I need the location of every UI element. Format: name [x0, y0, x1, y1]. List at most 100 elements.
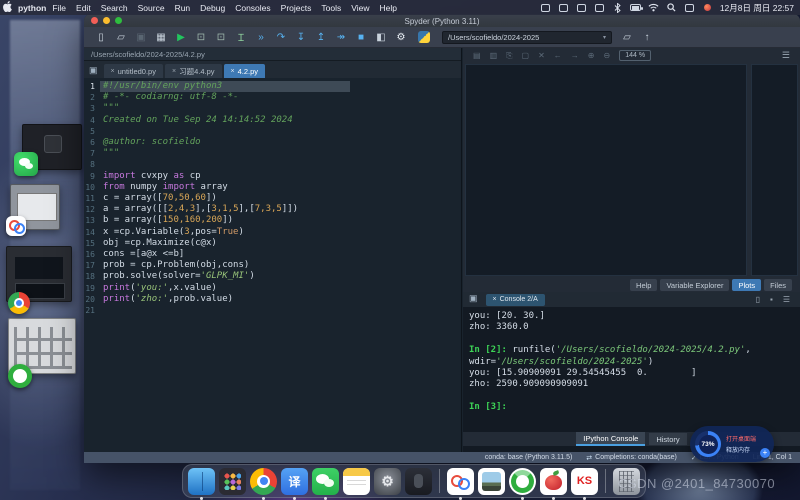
code-line[interactable]: 21 [84, 305, 461, 316]
free-memory-label[interactable]: 释放内存 [726, 445, 756, 454]
menu-item-debug[interactable]: Debug [200, 3, 225, 13]
close-icon[interactable]: × [493, 296, 497, 303]
run-cell-icon[interactable]: ⊡ [192, 29, 210, 45]
chevron-down-icon[interactable]: ▾ [603, 34, 606, 41]
close-icon[interactable]: × [111, 68, 115, 75]
stop-icon[interactable]: ▪ [770, 295, 773, 304]
dock-item-chrome[interactable] [250, 468, 277, 495]
step-return-icon[interactable]: ↥ [312, 29, 330, 45]
close-icon[interactable]: × [231, 68, 235, 75]
editor-tab-4.2.py[interactable]: ×4.2.py [224, 64, 266, 78]
open-file-icon[interactable]: ▱ [112, 29, 130, 45]
code-line[interactable]: 3""" [84, 103, 461, 114]
code-line[interactable]: 16cons =[a@x <=b] [84, 249, 461, 260]
wechat-badge-icon[interactable] [14, 152, 38, 176]
dock-item-red-apple[interactable] [540, 468, 567, 495]
plots-zoom-level[interactable]: 144 % [619, 50, 651, 61]
code-line[interactable]: 7""" [84, 148, 461, 159]
save-icon[interactable]: ▣ [132, 29, 150, 45]
parent-directory-icon[interactable]: ↑ [638, 29, 656, 45]
browse-tabs-icon[interactable]: ▣ [469, 293, 478, 304]
dock-item-launchpad[interactable] [219, 468, 246, 495]
apple-menu-icon[interactable] [0, 1, 14, 14]
code-line[interactable]: 1#!/usr/bin/env python3 [84, 81, 461, 92]
console-output[interactable]: you: [20. 30.]zho: 3360.0 In [2]: runfil… [463, 307, 800, 432]
zoom-in-icon[interactable]: ⊕ [588, 51, 595, 60]
step-into-icon[interactable]: ↧ [292, 29, 310, 45]
menu-item-consoles[interactable]: Consoles [235, 3, 270, 13]
browse-tabs-icon[interactable]: ▣ [89, 65, 98, 76]
dock-item-photos[interactable] [478, 468, 505, 495]
display-icon[interactable] [576, 3, 587, 12]
zoom-out-icon[interactable]: ⊖ [604, 51, 611, 60]
menu-item-help[interactable]: Help [380, 3, 397, 13]
app-cluster-icon[interactable] [540, 3, 551, 12]
dock-item-finder[interactable] [188, 468, 215, 495]
plots-thumbnail-list[interactable] [751, 64, 798, 276]
window-titlebar[interactable]: Spyder (Python 3.11) [84, 14, 800, 27]
battery-icon[interactable] [630, 3, 641, 12]
code-area[interactable]: 1#!/usr/bin/env python32# -*- codiarng: … [84, 78, 461, 452]
remove-all-plots-icon[interactable]: ✕ [538, 51, 545, 60]
inspect-icon[interactable]: ▯ [756, 295, 760, 304]
code-line[interactable]: 8 [84, 159, 461, 170]
code-line[interactable]: 2# -*- codiarng: utf-8 -*- [84, 92, 461, 103]
chrome-badge-icon[interactable] [8, 292, 30, 314]
wifi-icon[interactable] [648, 3, 659, 12]
panel-tab-files[interactable]: Files [764, 279, 792, 291]
save-all-plots-icon[interactable]: ▥ [490, 51, 498, 60]
previous-plot-icon[interactable]: ← [554, 51, 562, 60]
handoff-icon[interactable] [558, 3, 569, 12]
maximize-pane-icon[interactable]: ◧ [372, 29, 390, 45]
remove-plot-icon[interactable]: ▢ [522, 51, 530, 60]
options-menu-icon[interactable]: ☰ [783, 295, 790, 304]
memory-cleaner-overlay[interactable]: 73% 打开桌面端 释放内存 + [690, 426, 774, 462]
menu-item-projects[interactable]: Projects [281, 3, 312, 13]
menu-item-tools[interactable]: Tools [321, 3, 341, 13]
dock-item-circles-app[interactable] [447, 468, 474, 495]
code-line[interactable]: 11c = array([70,50,60]) [84, 193, 461, 204]
tab-history[interactable]: History [649, 433, 686, 445]
plus-button[interactable]: + [760, 448, 770, 458]
tab-ipython-console[interactable]: IPython Console [576, 432, 645, 446]
dock-item-dark-app[interactable] [405, 468, 432, 495]
dock-item-translate[interactable]: 译 [281, 468, 308, 495]
code-line[interactable]: 15obj =cp.Maximize(c@x) [84, 238, 461, 249]
code-line[interactable]: 10from numpy import array [84, 182, 461, 193]
menu-clock[interactable]: 12月8日 周日 22:57 [720, 2, 794, 14]
dock-item-notes[interactable] [343, 468, 370, 495]
code-line[interactable]: 6@author: scofieldo [84, 137, 461, 148]
code-line[interactable]: 19print('you:',x.value) [84, 283, 461, 294]
screenshot-icon[interactable] [594, 3, 605, 12]
dock-item-ks[interactable]: KS [571, 468, 598, 495]
working-directory-select[interactable]: /Users/scofieldo/2024-2025▾ [442, 31, 612, 44]
options-menu-icon[interactable]: ☰ [782, 50, 790, 61]
panel-tab-plots[interactable]: Plots [732, 279, 761, 291]
code-line[interactable]: 17prob = cp.Problem(obj,cons) [84, 260, 461, 271]
menu-item-file[interactable]: File [52, 3, 66, 13]
debug-icon[interactable]: » [252, 29, 270, 45]
menu-item-search[interactable]: Search [101, 3, 128, 13]
stop-icon[interactable]: ■ [352, 29, 370, 45]
dock-item-green-ring[interactable] [509, 468, 536, 495]
menu-item-source[interactable]: Source [138, 3, 165, 13]
run-cell-advance-icon[interactable]: ⊡ [212, 29, 230, 45]
run-icon[interactable]: ▶ [172, 29, 190, 45]
save-plot-icon[interactable]: ▤ [473, 51, 481, 60]
code-line[interactable]: 20print('zho:',prob.value) [84, 294, 461, 305]
search-icon[interactable] [666, 3, 677, 12]
editor-tab-习题4.4.py[interactable]: ×习题4.4.py [165, 64, 222, 78]
continue-icon[interactable]: ↠ [332, 29, 350, 45]
copy-image-icon[interactable]: ⎘ [506, 51, 512, 61]
code-line[interactable]: 12a = array([[2,4,3],[3,1,5],[7,3,5]]) [84, 204, 461, 215]
bluetooth-icon[interactable] [612, 3, 623, 12]
dock-item-settings[interactable]: ⚙ [374, 468, 401, 495]
status-conda-env[interactable]: conda: base (Python 3.11.5) [485, 454, 572, 461]
browse-directory-icon[interactable]: ▱ [618, 29, 636, 45]
open-desktop-cta[interactable]: 打开桌面端 [726, 434, 756, 443]
code-line[interactable]: 13b = array([150,160,200]) [84, 215, 461, 226]
run-selection-icon[interactable]: Ɪ [232, 29, 250, 45]
input-source-icon[interactable] [684, 3, 695, 12]
code-line[interactable]: 4Created on Tue Sep 24 14:14:52 2024 [84, 115, 461, 126]
code-line[interactable]: 14x =cp.Variable(3,pos=True) [84, 227, 461, 238]
